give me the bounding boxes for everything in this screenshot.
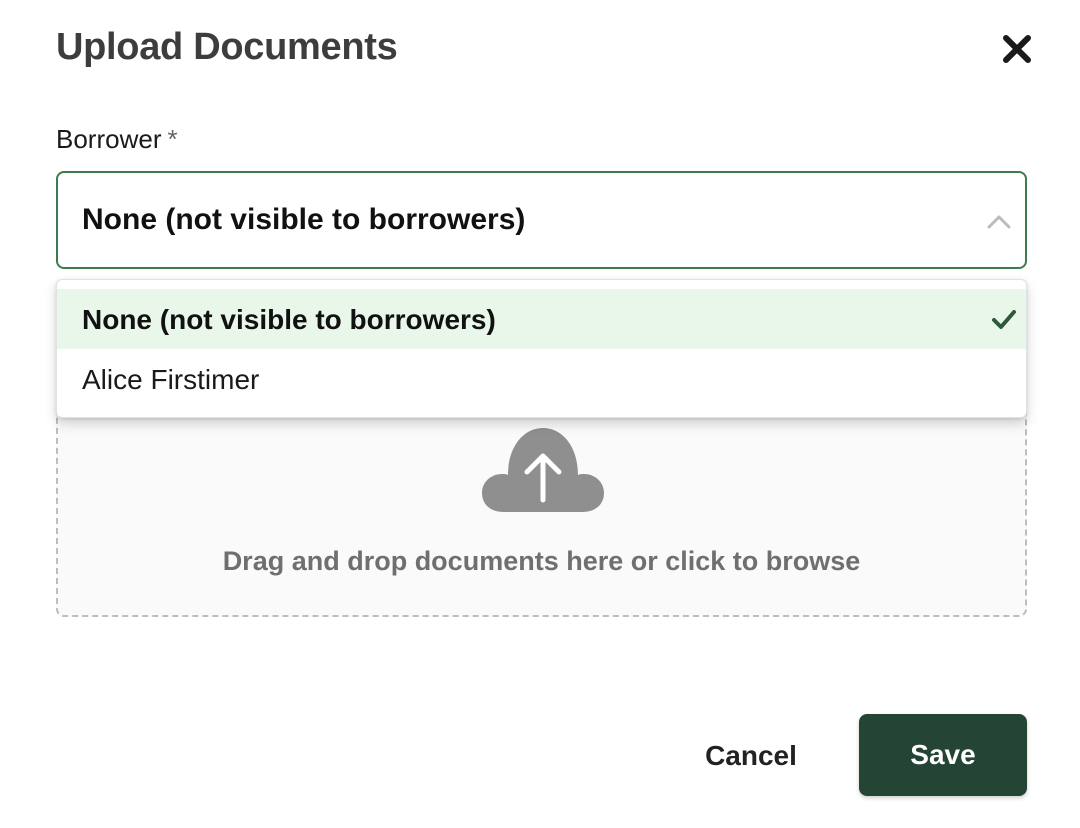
option-label: None (not visible to borrowers) bbox=[82, 304, 496, 335]
required-marker: * bbox=[167, 124, 178, 154]
borrower-label: Borrower * bbox=[56, 124, 178, 155]
borrower-select[interactable]: None (not visible to borrowers) bbox=[56, 171, 1027, 269]
upload-dropzone[interactable]: Drag and drop documents here or click to… bbox=[56, 386, 1027, 617]
upload-hint: Drag and drop documents here or click to… bbox=[222, 546, 861, 576]
check-icon bbox=[992, 310, 1016, 329]
borrower-option-none[interactable]: None (not visible to borrowers) bbox=[57, 289, 1026, 349]
close-button[interactable] bbox=[996, 28, 1038, 70]
save-button[interactable]: Save bbox=[859, 714, 1027, 796]
cancel-button[interactable]: Cancel bbox=[690, 727, 812, 785]
upload-documents-dialog: Upload Documents Borrower * None (not vis… bbox=[0, 0, 1080, 828]
dialog-title: Upload Documents bbox=[56, 26, 398, 68]
cloud-upload-icon bbox=[482, 428, 604, 512]
option-label: Alice Firstimer bbox=[82, 364, 260, 395]
borrower-label-text: Borrower bbox=[56, 124, 162, 154]
borrower-dropdown-menu: None (not visible to borrowers) Alice Fi… bbox=[56, 279, 1027, 418]
borrower-option-alice-firstimer[interactable]: Alice Firstimer bbox=[57, 349, 1026, 409]
close-icon bbox=[1003, 35, 1031, 63]
borrower-select-value: None (not visible to borrowers) bbox=[82, 203, 526, 236]
chevron-up-icon bbox=[987, 215, 1011, 229]
